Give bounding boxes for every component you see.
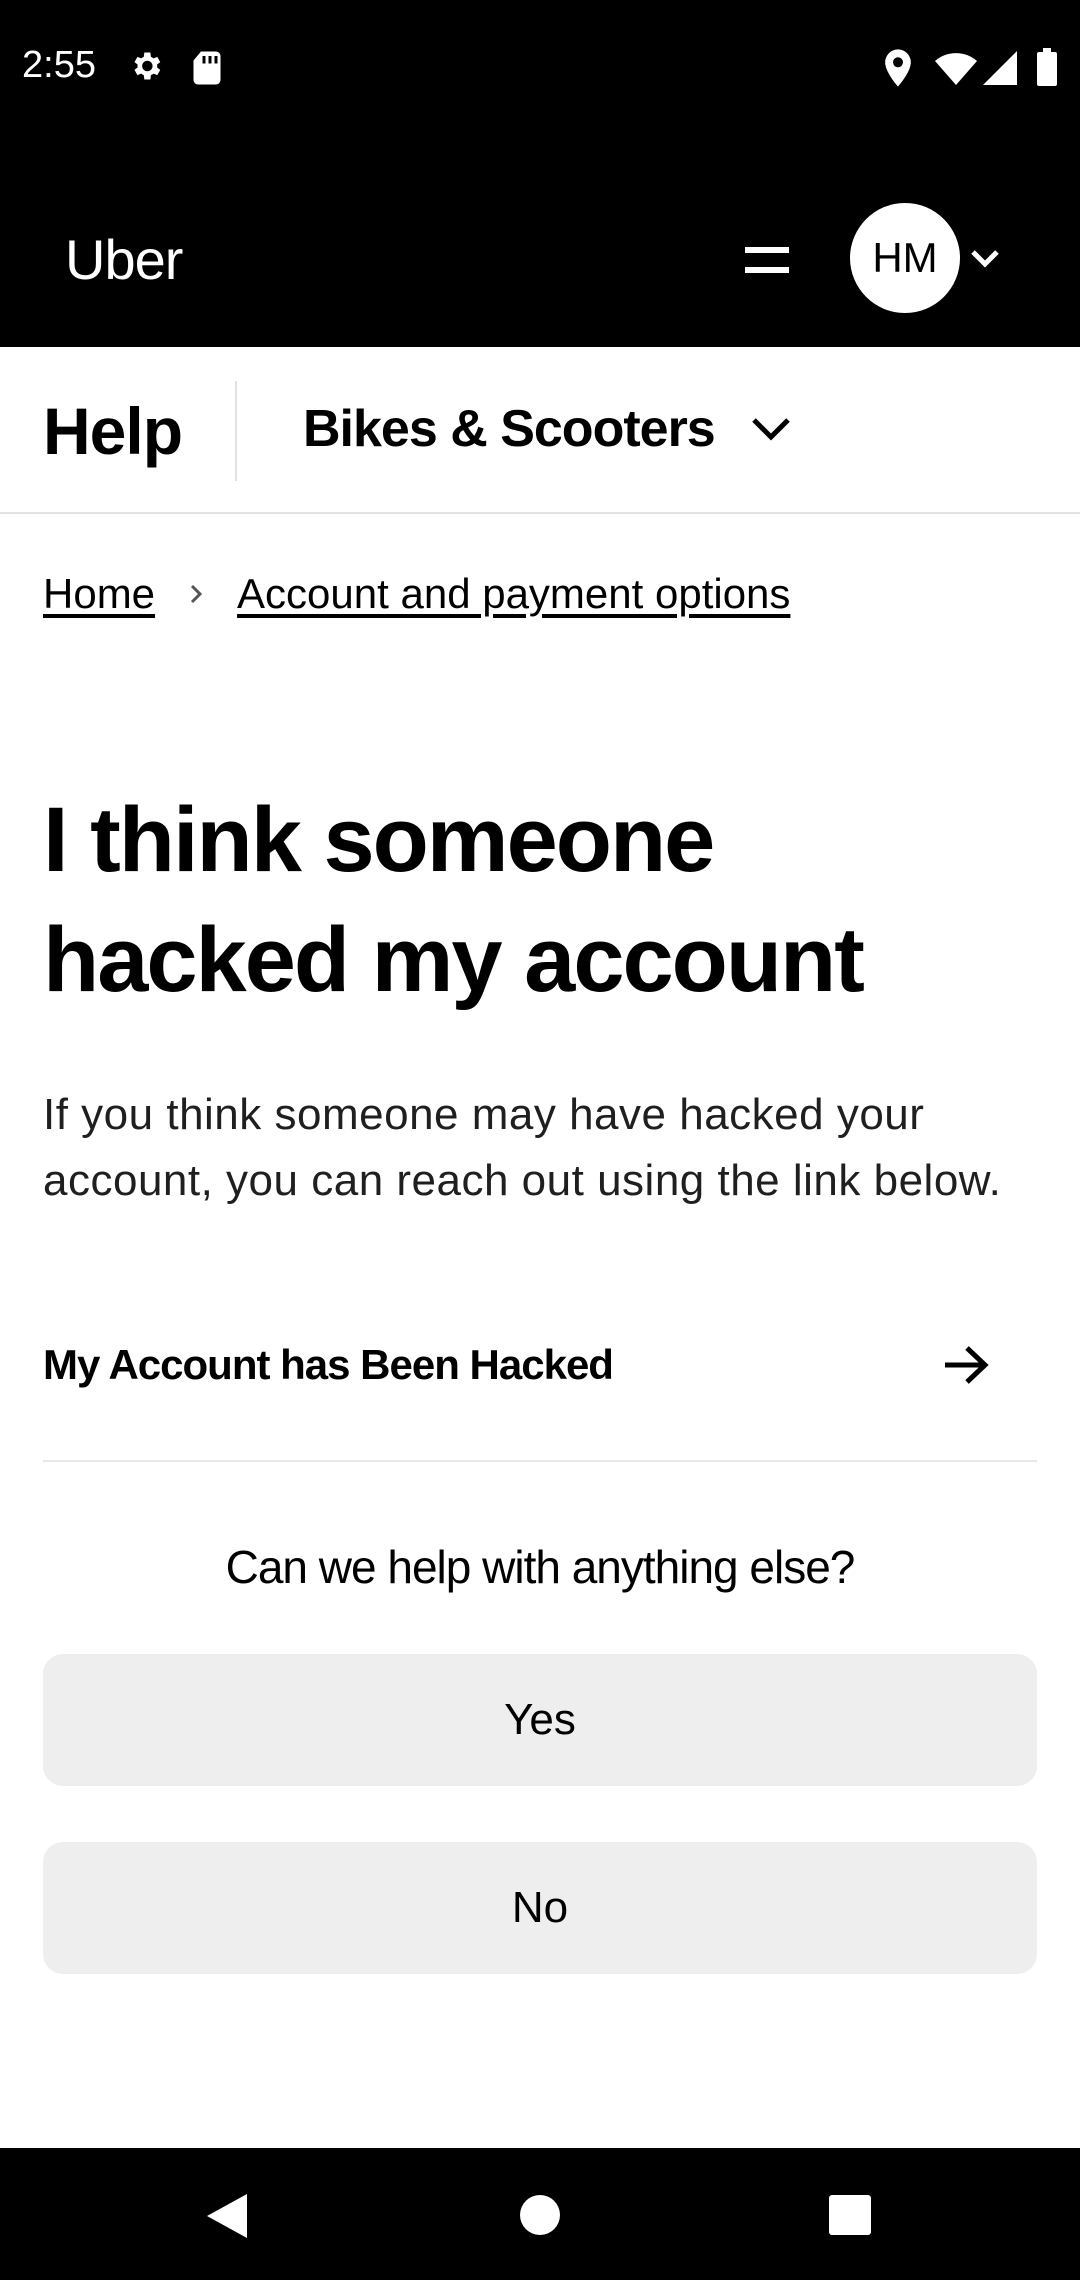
recents-icon[interactable]: [828, 2194, 872, 2236]
account-hacked-link-label: My Account has Been Hacked: [43, 1341, 614, 1388]
status-bar: 2:55: [0, 0, 1080, 135]
category-dropdown[interactable]: Bikes & Scooters: [303, 399, 791, 459]
chevron-down-icon: [751, 418, 790, 441]
breadcrumb-home[interactable]: Home: [43, 570, 155, 618]
back-icon[interactable]: [205, 2192, 249, 2240]
help-question: Can we help with anything else?: [225, 1541, 856, 1593]
battery-icon: [1037, 48, 1057, 86]
uber-logo[interactable]: Uber: [65, 227, 183, 292]
hamburger-menu-icon[interactable]: [745, 245, 789, 275]
wifi-icon: [935, 53, 977, 85]
subnav-divider: [235, 381, 237, 481]
no-button[interactable]: No: [43, 1842, 1037, 1974]
account-hacked-link[interactable]: My Account has Been Hacked: [43, 1322, 1037, 1462]
category-label: Bikes & Scooters: [303, 400, 716, 458]
home-icon[interactable]: [519, 2194, 561, 2236]
help-subnav: Help Bikes & Scooters: [0, 347, 1080, 514]
status-time: 2:55: [22, 44, 96, 86]
app-header: Uber HM: [0, 135, 1080, 347]
chevron-down-icon[interactable]: [970, 247, 1000, 269]
avatar-initials: HM: [872, 234, 938, 281]
help-title[interactable]: Help: [43, 393, 183, 469]
avatar[interactable]: HM: [850, 203, 960, 313]
breadcrumb: Home Account and payment options: [43, 570, 790, 618]
page-title: I think someone hacked my account: [43, 789, 865, 1011]
signal-icon: [983, 51, 1017, 85]
sd-card-icon: [193, 51, 221, 85]
arrow-right-icon: [945, 1346, 989, 1384]
chevron-right-icon: [190, 584, 203, 604]
breadcrumb-account-payment[interactable]: Account and payment options: [237, 570, 790, 618]
gear-icon: [134, 52, 161, 80]
location-icon: [885, 49, 911, 87]
system-nav-bar: [0, 2148, 1080, 2280]
yes-button[interactable]: Yes: [43, 1654, 1037, 1786]
article-intro: If you think someone may have hacked you…: [43, 1090, 1002, 1205]
